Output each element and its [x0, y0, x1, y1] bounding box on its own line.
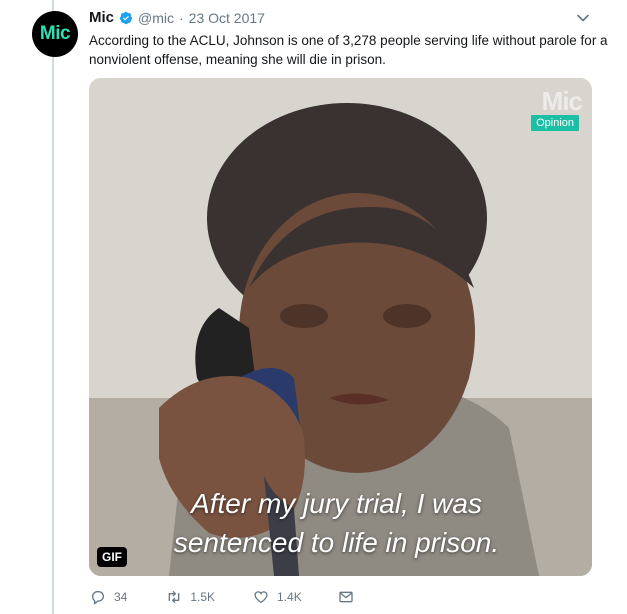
separator: ·	[179, 9, 184, 26]
retweet-icon	[169, 591, 180, 603]
like-count: 1.4K	[277, 590, 302, 604]
caption-line-2: sentenced to life in prison.	[173, 527, 500, 558]
user-handle[interactable]: @mic	[138, 10, 174, 26]
retweet-count: 1.5K	[190, 590, 216, 604]
tweet-media-gif[interactable]: Mic Opinion After my jury trial, I was s…	[89, 78, 592, 576]
verified-badge-icon	[119, 11, 133, 24]
tweet-date[interactable]: 23 Oct 2017	[189, 10, 265, 26]
tweet-header: Mic @mic · 23 Oct 2017	[89, 9, 265, 26]
retweet-button[interactable]: 1.5K	[166, 589, 215, 605]
caption-line-1: After my jury trial, I was	[191, 488, 482, 519]
mic-watermark: Mic	[541, 86, 583, 116]
reply-count: 34	[114, 590, 128, 604]
like-icon	[254, 591, 268, 603]
reply-icon	[91, 591, 104, 605]
tweet-text: According to the ACLU, Johnson is one of…	[89, 33, 608, 67]
display-name[interactable]: Mic	[89, 9, 114, 26]
gif-badge: GIF	[97, 547, 127, 567]
tweet-actions: 34 1.5K 1.4K	[90, 589, 354, 605]
opinion-badge: Opinion	[531, 115, 579, 131]
reply-button[interactable]: 34	[90, 589, 127, 605]
avatar[interactable]: Mic	[32, 11, 78, 57]
like-button[interactable]: 1.4K	[253, 589, 302, 605]
direct-message-icon	[339, 591, 353, 603]
thread-line	[52, 0, 54, 614]
avatar-logo: Mic	[39, 23, 71, 44]
direct-message-button[interactable]	[338, 589, 354, 605]
chevron-down-icon[interactable]	[576, 11, 590, 25]
